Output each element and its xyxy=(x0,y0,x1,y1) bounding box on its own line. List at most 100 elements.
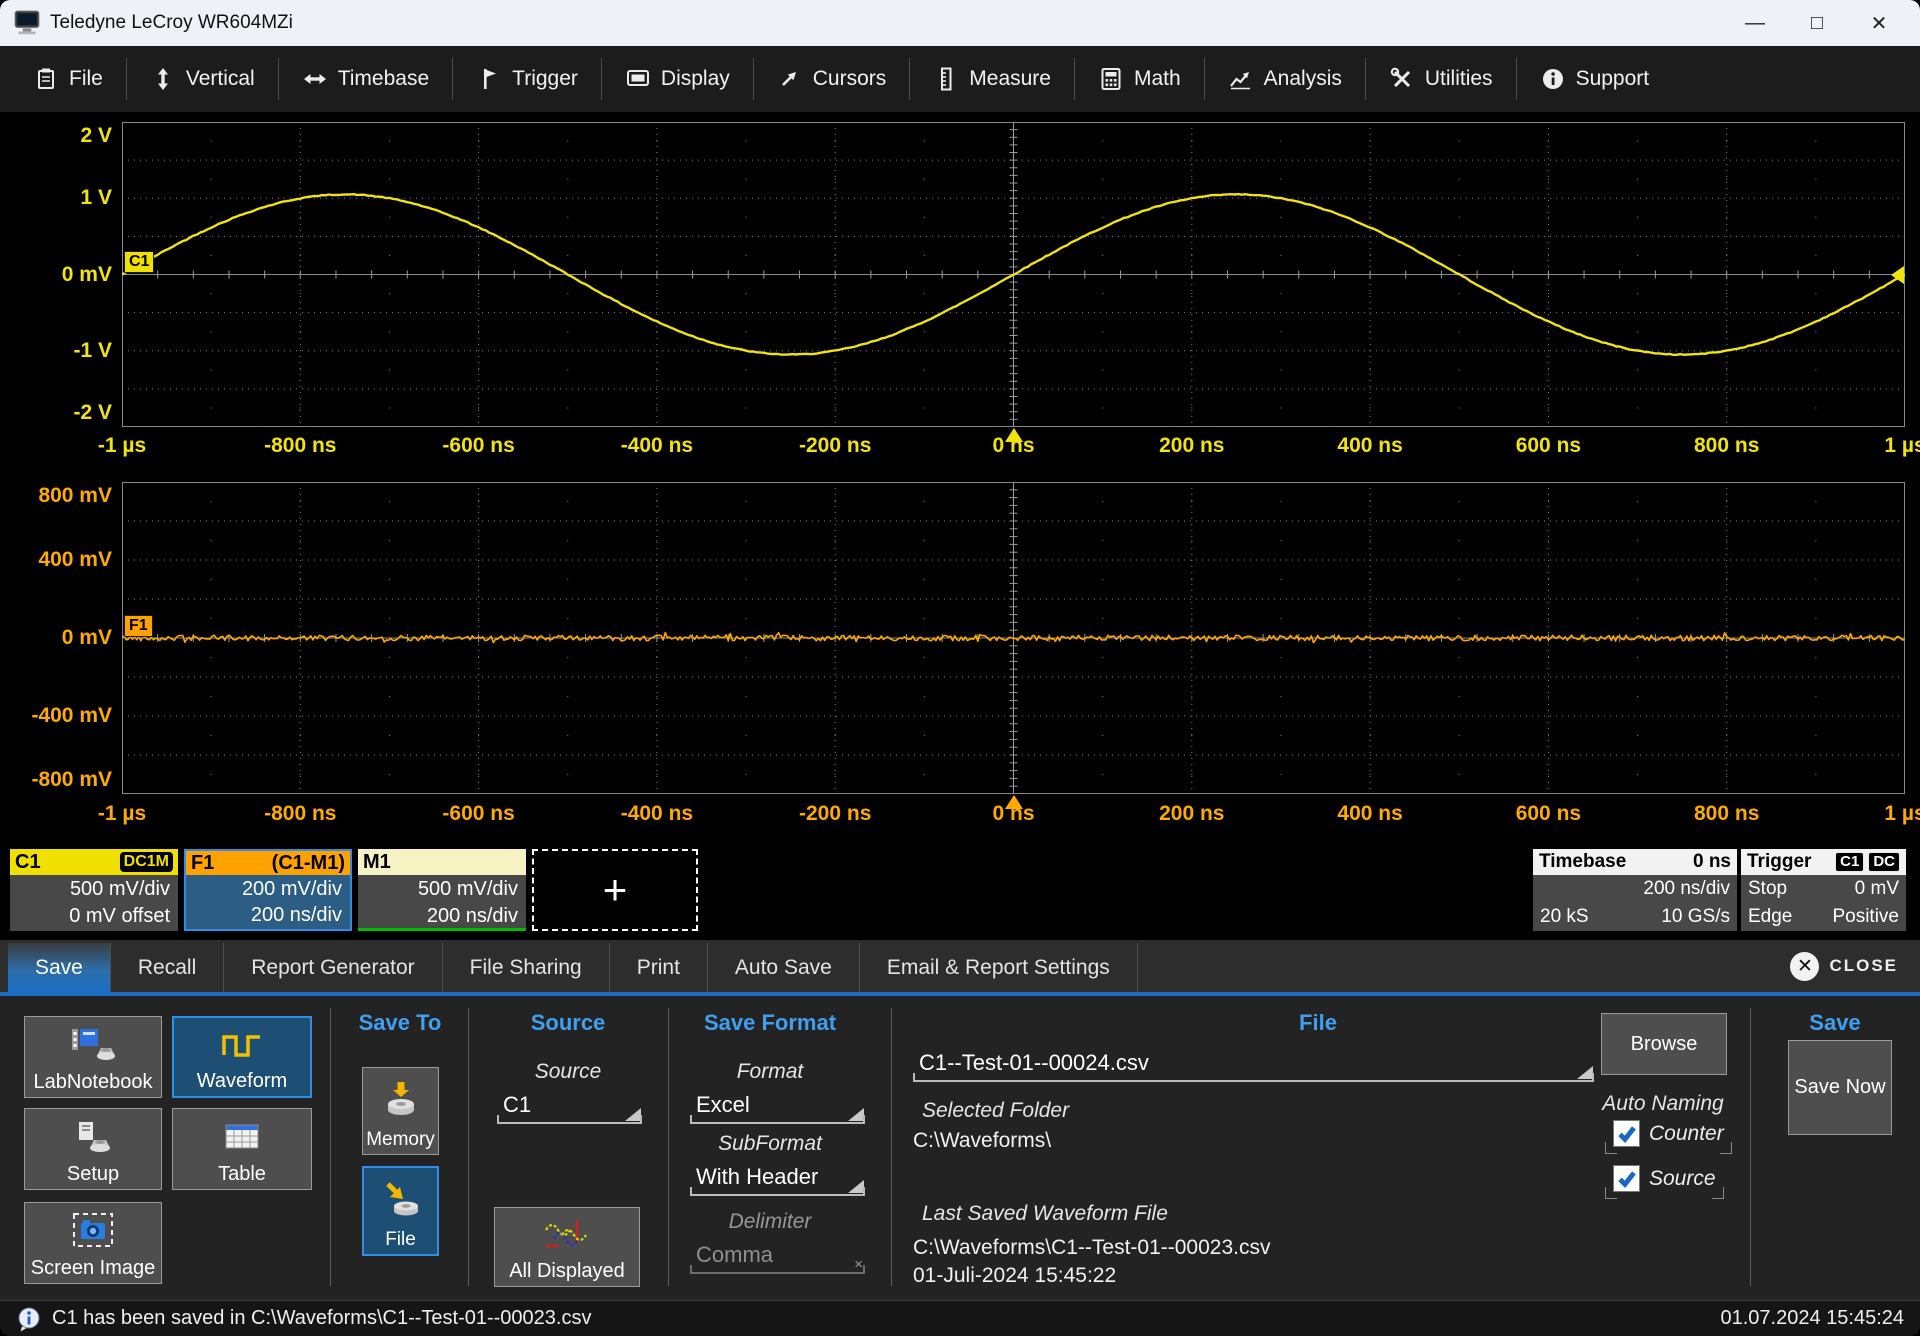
close-window-button[interactable]: ✕ xyxy=(1848,3,1910,43)
add-trace-button[interactable]: + xyxy=(532,849,698,931)
source-checkbox-row[interactable]: Source xyxy=(1613,1165,1716,1192)
divider xyxy=(330,1008,331,1286)
trigger-summary-box[interactable]: Trigger C1 DC Stop 0 mV Edge Positive xyxy=(1741,849,1906,931)
menu-item-vertical[interactable]: Vertical xyxy=(126,58,278,100)
x-axis-label: 0 ns xyxy=(992,434,1034,458)
display-icon xyxy=(625,66,651,92)
x-axis-label: -200 ns xyxy=(799,802,871,826)
maximize-button[interactable]: □ xyxy=(1786,3,1848,43)
y-axis-label: 1 V xyxy=(0,187,112,209)
last-saved-path: C:\Waveforms\C1--Test-01--00023.csv xyxy=(913,1236,1270,1260)
x-axis-label: 200 ns xyxy=(1159,802,1224,826)
dropdown-arrow-icon xyxy=(848,1180,864,1193)
x-axis-label: 1 µs xyxy=(1884,434,1920,458)
timebase-offset: 0 ns xyxy=(1693,851,1731,873)
save-format-header: Save Format xyxy=(670,1010,870,1036)
labnotebook-icon xyxy=(70,1017,116,1071)
window-controls: — □ ✕ xyxy=(1724,3,1910,43)
application-window: Teledyne LeCroy WR604MZi — □ ✕ File Vert… xyxy=(0,0,1920,1336)
y-axis-label: 0 mV xyxy=(0,264,112,286)
timebase-summary-box[interactable]: Timebase 0 ns 200 ns/div 20 kS 10 GS/s xyxy=(1533,849,1737,931)
file-icon xyxy=(33,66,59,92)
tab-recall[interactable]: Recall xyxy=(111,943,224,992)
browse-button[interactable]: Browse xyxy=(1601,1013,1727,1075)
menu-bar: File Vertical Timebase Trigger xyxy=(0,46,1920,112)
counter-checkbox[interactable] xyxy=(1613,1120,1640,1147)
timebase-title: Timebase xyxy=(1539,851,1626,873)
calculator-icon xyxy=(1098,66,1124,92)
trigger-title: Trigger xyxy=(1747,851,1811,873)
subformat-label: SubFormat xyxy=(670,1132,870,1156)
auto-naming-label: Auto Naming xyxy=(1590,1092,1736,1116)
x-axis-label: -600 ns xyxy=(442,802,514,826)
c1-trace-badge[interactable]: C1 xyxy=(124,251,154,273)
screen-image-icon xyxy=(72,1203,114,1257)
x-axis-label: 1 µs xyxy=(1884,802,1920,826)
y-axis-label: -800 mV xyxy=(0,769,112,791)
dropdown-arrow-icon xyxy=(625,1108,641,1121)
m1-timebase: 200 ns/div xyxy=(358,903,518,930)
source-label: Source xyxy=(470,1060,666,1084)
save-to-file-button[interactable]: File xyxy=(362,1166,439,1256)
dropdown-arrow-icon xyxy=(848,1108,864,1121)
trigger-level-marker[interactable] xyxy=(1891,266,1904,284)
x-axis-label: -800 ns xyxy=(264,802,336,826)
channel-descriptor-f1[interactable]: F1 (C1-M1) 200 mV/div 200 ns/div xyxy=(184,849,352,931)
subformat-select[interactable]: With Header xyxy=(690,1162,865,1196)
trigger-mode: Stop xyxy=(1748,875,1787,903)
oscilloscope-app-icon xyxy=(12,9,42,37)
source-select[interactable]: C1 xyxy=(497,1090,642,1124)
table-button[interactable]: Table xyxy=(172,1108,312,1190)
menu-item-utilities[interactable]: Utilities xyxy=(1365,58,1516,100)
tab-auto-save[interactable]: Auto Save xyxy=(708,943,860,992)
tab-report-generator[interactable]: Report Generator xyxy=(224,943,442,992)
y-axis-label: 400 mV xyxy=(0,549,112,571)
delimiter-label: Delimiter xyxy=(670,1210,870,1234)
screen-image-button[interactable]: Screen Image xyxy=(24,1202,162,1284)
menu-item-timebase[interactable]: Timebase xyxy=(278,58,452,100)
tab-file-sharing[interactable]: File Sharing xyxy=(443,943,610,992)
source-header: Source xyxy=(470,1010,666,1036)
menu-item-math[interactable]: Math xyxy=(1074,58,1204,100)
labnotebook-button[interactable]: LabNotebook xyxy=(24,1016,162,1098)
x-axis-label: 600 ns xyxy=(1516,434,1581,458)
dialog-close-button[interactable]: ✕ CLOSE xyxy=(1790,940,1920,992)
f1-trace-badge[interactable]: F1 xyxy=(124,615,153,637)
minimize-button[interactable]: — xyxy=(1724,3,1786,43)
all-displayed-button[interactable]: All Displayed xyxy=(494,1207,640,1287)
save-to-memory-button[interactable]: Memory xyxy=(362,1067,439,1155)
waveform-button[interactable]: Waveform xyxy=(172,1016,312,1098)
counter-checkbox-row[interactable]: Counter xyxy=(1613,1120,1724,1147)
x-axis-label: -1 µs xyxy=(98,434,146,458)
format-select[interactable]: Excel xyxy=(690,1090,865,1124)
menu-item-analysis[interactable]: Analysis xyxy=(1204,58,1365,100)
y-axis-label: -400 mV xyxy=(0,705,112,727)
all-displayed-icon xyxy=(541,1208,593,1260)
divider xyxy=(1750,1008,1751,1286)
filename-input[interactable]: C1--Test-01--00024.csv xyxy=(913,1048,1594,1082)
file-header: File xyxy=(1218,1010,1418,1036)
menu-item-cursors[interactable]: Cursors xyxy=(753,58,910,100)
save-dialog: LabNotebook Waveform Setup xyxy=(0,996,1920,1300)
tab-print[interactable]: Print xyxy=(610,943,708,992)
channel-descriptor-c1[interactable]: C1 DC1M 500 mV/div 0 mV offset xyxy=(10,849,178,931)
x-axis-label: -1 µs xyxy=(98,802,146,826)
trigger-source-badge: C1 xyxy=(1835,852,1864,872)
menu-item-display[interactable]: Display xyxy=(601,58,753,100)
y-axis-label: -1 V xyxy=(0,340,112,362)
y-axis-label: 0 mV xyxy=(0,627,112,649)
save-now-button[interactable]: Save Now xyxy=(1788,1040,1892,1135)
tab-email-report-settings[interactable]: Email & Report Settings xyxy=(860,943,1138,992)
menu-item-measure[interactable]: Measure xyxy=(909,58,1074,100)
ruler-icon xyxy=(933,66,959,92)
x-axis-label: -400 ns xyxy=(621,802,693,826)
tab-save[interactable]: Save xyxy=(8,943,111,992)
source-checkbox[interactable] xyxy=(1613,1165,1640,1192)
f1-name: F1 xyxy=(191,852,214,875)
menu-item-trigger[interactable]: Trigger xyxy=(452,58,601,100)
setup-button[interactable]: Setup xyxy=(24,1108,162,1190)
timebase-samples: 20 kS xyxy=(1540,903,1589,931)
channel-descriptor-m1[interactable]: M1 500 mV/div 200 ns/div xyxy=(358,849,526,931)
menu-item-support[interactable]: Support xyxy=(1516,58,1673,100)
menu-item-file[interactable]: File xyxy=(10,58,126,100)
